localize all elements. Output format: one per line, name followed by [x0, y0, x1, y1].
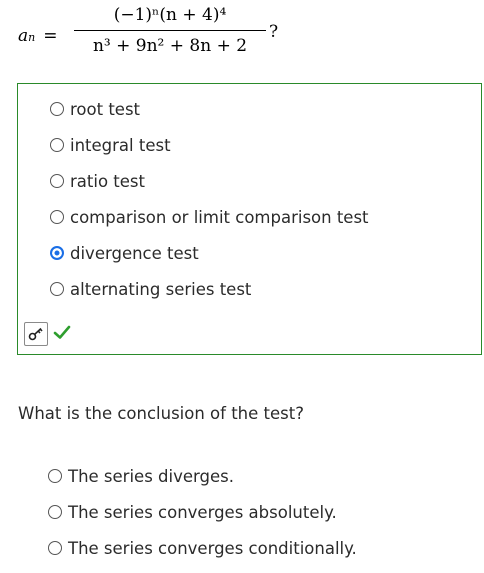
option-ratio-test[interactable]: ratio test [50, 169, 145, 193]
option-label: alternating series test [70, 279, 252, 299]
formula-numerator: (−1)ⁿ(n + 4)⁴ [113, 5, 227, 25]
radio-converges-conditionally[interactable] [48, 541, 62, 555]
formula-denominator: n³ + 9n² + 8n + 2 [92, 36, 248, 56]
radio-comparison-test[interactable] [50, 210, 64, 224]
option-series-diverges[interactable]: The series diverges. [48, 464, 234, 488]
key-icon [28, 327, 43, 341]
option-root-test[interactable]: root test [50, 97, 140, 121]
checkmark-icon [53, 325, 71, 339]
option-integral-test[interactable]: integral test [50, 133, 171, 157]
formula-lhs: an = [18, 26, 57, 46]
radio-integral-test[interactable] [50, 138, 64, 152]
radio-series-diverges[interactable] [48, 469, 62, 483]
option-label: root test [70, 99, 141, 119]
option-converges-absolutely[interactable]: The series converges absolutely. [48, 500, 337, 524]
option-label: comparison or limit comparison test [70, 207, 369, 227]
formula-lhs-var: a [18, 26, 29, 46]
option-label: integral test [70, 135, 171, 155]
radio-divergence-test[interactable] [50, 246, 64, 260]
option-label: The series diverges. [68, 466, 234, 486]
radio-root-test[interactable] [50, 102, 64, 116]
radio-converges-absolutely[interactable] [48, 505, 62, 519]
formula-equals: = [43, 26, 58, 46]
option-comparison-test[interactable]: comparison or limit comparison test [50, 205, 369, 229]
page: an = (−1)ⁿ(n + 4)⁴ n³ + 9n² + 8n + 2 ? ro… [0, 0, 484, 573]
formula-lhs-sub: n [28, 31, 36, 44]
option-converges-conditionally[interactable]: The series converges conditionally. [48, 536, 357, 560]
option-divergence-test[interactable]: divergence test [50, 241, 199, 265]
radio-ratio-test[interactable] [50, 174, 64, 188]
option-label: divergence test [70, 243, 199, 263]
radio-alternating-series-test[interactable] [50, 282, 64, 296]
option-label: The series converges conditionally. [68, 538, 357, 558]
conclusion-prompt: What is the conclusion of the test? [18, 404, 304, 423]
formula-fraction: (−1)ⁿ(n + 4)⁴ n³ + 9n² + 8n + 2 [74, 2, 266, 61]
option-alternating-series-test[interactable]: alternating series test [50, 277, 251, 301]
key-button[interactable] [24, 322, 48, 346]
test-choice-box: root test integral test ratio test compa… [17, 83, 482, 355]
formula-question-mark: ? [269, 22, 279, 42]
option-label: The series converges absolutely. [68, 502, 337, 522]
option-label: ratio test [70, 171, 145, 191]
